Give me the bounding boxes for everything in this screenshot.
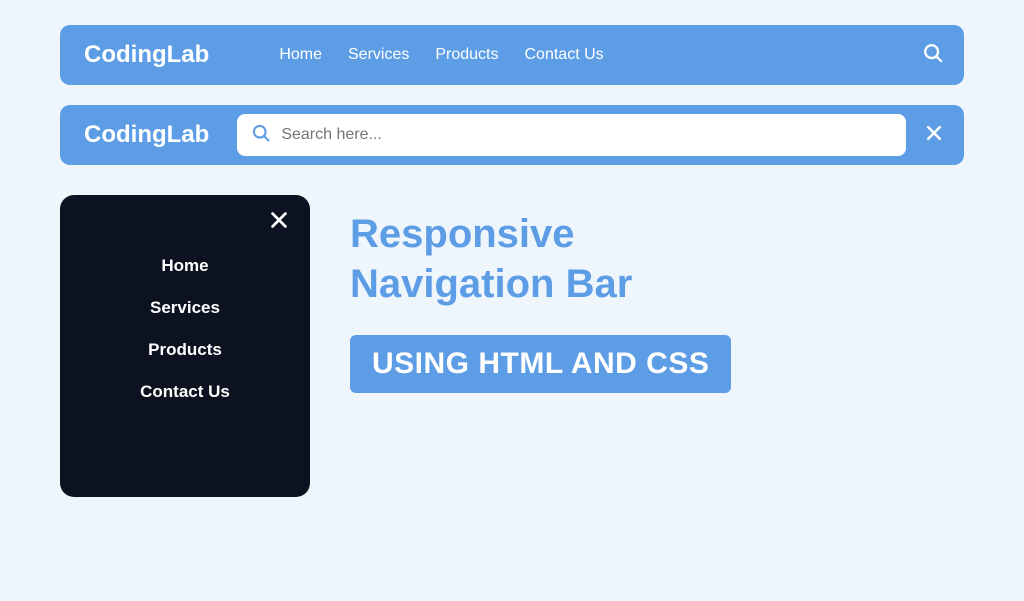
logo-text: CodingLab <box>84 41 209 69</box>
search-input[interactable] <box>281 126 892 144</box>
lower-section: Home Services Products Contact Us Respon… <box>60 195 964 497</box>
navbar-search-expanded: CodingLab <box>60 105 964 165</box>
nav-link-home[interactable]: Home <box>279 46 322 64</box>
mobile-menu-items: Home Services Products Contact Us <box>80 256 290 402</box>
search-icon[interactable] <box>922 42 944 69</box>
headline: Responsive Navigation Bar USING HTML AND… <box>350 195 964 497</box>
mobile-item-services[interactable]: Services <box>150 298 220 318</box>
mobile-menu-close-row <box>80 209 290 236</box>
mobile-item-products[interactable]: Products <box>148 340 222 360</box>
nav-link-contact[interactable]: Contact Us <box>525 46 604 64</box>
nav-link-products[interactable]: Products <box>435 46 498 64</box>
mobile-item-contact[interactable]: Contact Us <box>140 382 230 402</box>
headline-line-1: Responsive <box>350 209 964 259</box>
search-icon <box>251 123 271 148</box>
nav-links: Home Services Products Contact Us <box>279 46 603 64</box>
nav-link-services[interactable]: Services <box>348 46 409 64</box>
headline-line-2: Navigation Bar <box>350 259 964 309</box>
mobile-item-home[interactable]: Home <box>161 256 208 276</box>
headline-badge: USING HTML AND CSS <box>350 335 731 393</box>
logo-text: CodingLab <box>84 121 209 149</box>
close-icon[interactable] <box>268 209 290 236</box>
search-box[interactable] <box>237 114 906 156</box>
close-icon[interactable] <box>924 123 944 148</box>
mobile-menu: Home Services Products Contact Us <box>60 195 310 497</box>
navbar-primary: CodingLab Home Services Products Contact… <box>60 25 964 85</box>
